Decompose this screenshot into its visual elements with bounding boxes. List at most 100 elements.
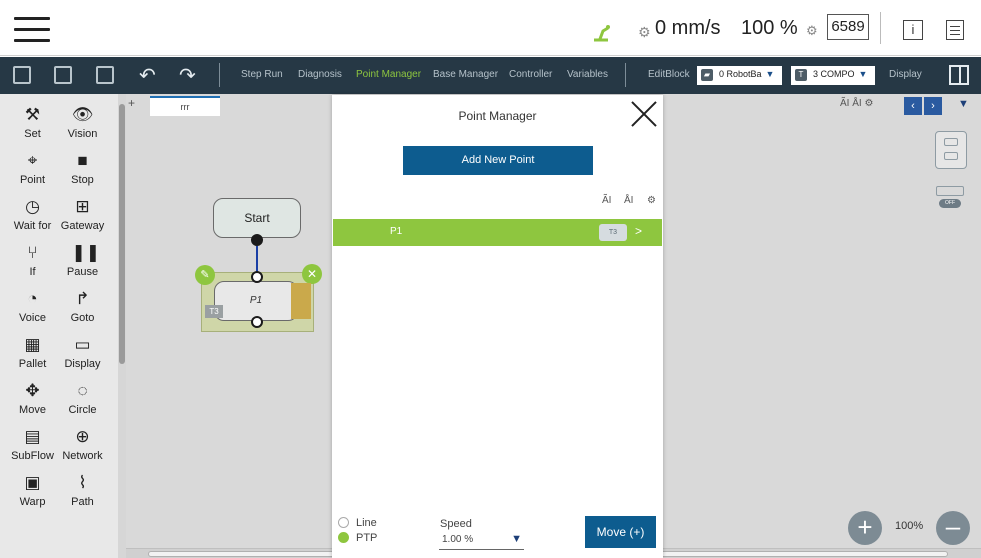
next-icon[interactable]: › [924, 97, 942, 115]
speed-gauge-icon: ⚙ [638, 24, 651, 40]
palette-item-display[interactable]: ▭ Display [55, 334, 110, 370]
palette-item-stop[interactable]: ■ Stop [55, 150, 110, 186]
redo-icon[interactable]: ↷ [179, 63, 196, 88]
canvas-sort-icons[interactable]: ÃI ÅI ⚙ [840, 98, 873, 109]
path-icon: ⌇ [78, 473, 87, 492]
palette-item-label: Display [64, 358, 101, 370]
start-node[interactable]: Start [213, 198, 301, 238]
status-bar: ⚙ 0 mm/s 100 % ⚙ 6589 i [0, 0, 981, 56]
undo-icon[interactable]: ↶ [139, 63, 156, 88]
layout-icon[interactable] [935, 131, 967, 169]
diagnosis-link[interactable]: Diagnosis [298, 69, 342, 80]
chevron-down-icon[interactable]: ▼ [958, 98, 969, 110]
log-icon[interactable] [946, 20, 964, 40]
palette-item-set[interactable]: ⚒ Set [5, 104, 60, 140]
divider [880, 12, 881, 44]
variables-link[interactable]: Variables [567, 69, 608, 80]
base-select[interactable]: ▰ 0 RobotBa ▼ [697, 66, 782, 85]
palette-item-gateway[interactable]: ⊞ Gateway [55, 196, 110, 232]
dialog-title: Point Manager [458, 109, 537, 123]
sort-asc-icon[interactable]: ÃI [602, 195, 611, 206]
palette-item-if[interactable]: ⑂ If [5, 242, 60, 278]
scroll-thumb[interactable] [119, 104, 125, 364]
toggle-view-icon[interactable]: OFF [936, 186, 966, 212]
goto-icon: ↱ [75, 289, 90, 308]
palette-item-label: If [29, 266, 36, 278]
start-output-port[interactable] [251, 234, 263, 246]
palette-item-goto[interactable]: ↱ Goto [55, 288, 110, 324]
edit-node-icon[interactable]: ✎ [195, 265, 215, 285]
add-tab-button[interactable]: + [128, 96, 135, 110]
palette-scrollbar[interactable] [118, 94, 126, 558]
new-flow-icon[interactable] [13, 66, 31, 84]
step-run-link[interactable]: Step Run [241, 69, 283, 80]
chevron-right-icon[interactable]: > [635, 224, 642, 238]
palette-item-pause[interactable]: ❚❚ Pause [55, 242, 110, 278]
palette-item-pallet[interactable]: ▦ Pallet [5, 334, 60, 370]
chevron-down-icon: ▼ [765, 69, 775, 79]
point-manager-link[interactable]: Point Manager [356, 69, 421, 80]
palette-item-voice[interactable]: ◔ Voice [5, 288, 60, 324]
filter-icon[interactable]: ⚙ [647, 195, 656, 206]
palette-item-network[interactable]: ⊕ Network [55, 426, 110, 462]
palette-item-label: Vision [67, 128, 98, 140]
palette-item-wait-for[interactable]: ◷ Wait for [5, 196, 60, 232]
point-icon: ⌖ [27, 151, 38, 170]
chevron-down-icon: ▼ [858, 69, 868, 79]
network-icon: ⊕ [75, 427, 90, 446]
palette-item-point[interactable]: ⌖ Point [5, 150, 60, 186]
gateway-icon: ⊞ [75, 197, 90, 216]
point-name: P1 [390, 226, 403, 237]
subflow-icon: ▤ [24, 427, 41, 446]
editblock-link[interactable]: EditBlock [648, 69, 690, 80]
zoom-out-button[interactable]: – [936, 511, 970, 545]
wrench-icon: ⚒ [24, 105, 41, 124]
add-new-point-button[interactable]: Add New Point [403, 146, 593, 175]
palette-item-move[interactable]: ✥ Move [5, 380, 60, 416]
zoom-in-button[interactable]: + [848, 511, 882, 545]
palette-item-path[interactable]: ⌇ Path [55, 472, 110, 508]
tab-flow[interactable]: rrr [150, 96, 220, 116]
palette-item-label: Circle [68, 404, 97, 416]
point-input-port[interactable] [251, 271, 263, 283]
tool-select[interactable]: T 3 COMPO ▼ [791, 66, 875, 85]
radio-icon [338, 532, 349, 543]
palette-item-subflow[interactable]: ▤ SubFlow [5, 426, 60, 462]
pause-icon: ❚❚ [71, 243, 101, 262]
point-output-port[interactable] [251, 316, 263, 328]
divider [625, 63, 626, 87]
delete-node-icon[interactable]: ✕ [302, 264, 322, 284]
palette-item-warp[interactable]: ▣ Warp [5, 472, 60, 508]
base-icon: ▰ [701, 69, 713, 81]
palette-item-label: Gateway [60, 220, 105, 232]
open-flow-icon[interactable] [54, 66, 72, 84]
menu-icon[interactable] [14, 17, 50, 43]
controller-link[interactable]: Controller [509, 69, 552, 80]
speed-select[interactable]: 1.00 % ▼ [439, 532, 524, 550]
palette-item-label: Path [71, 496, 94, 508]
info-icon[interactable]: i [903, 20, 923, 40]
move-button[interactable]: Move (+) [585, 516, 656, 548]
counter-box: 6589 [827, 14, 869, 40]
ptp-radio-label: PTP [356, 532, 378, 544]
ptp-radio[interactable]: PTP [338, 532, 398, 544]
palette-item-circle[interactable]: ◌ Circle [55, 380, 110, 416]
base-manager-link[interactable]: Base Manager [433, 69, 498, 80]
speed-label: Speed [440, 518, 472, 530]
circle-icon: ◌ [77, 381, 88, 400]
main-toolbar: ↶ ↷ Step Run Diagnosis Point Manager Bas… [0, 57, 981, 94]
close-icon[interactable] [630, 100, 658, 128]
list-item[interactable]: P1 T3 > [333, 219, 662, 246]
split-view-icon[interactable] [949, 65, 969, 85]
warp-icon: ▣ [24, 473, 41, 492]
line-radio[interactable]: Line [338, 517, 398, 529]
tool-badge: T [795, 69, 807, 81]
display-link[interactable]: Display [889, 69, 922, 80]
point-manager-dialog: Point Manager Add New Point ÃI ÅI ⚙ P1 T… [332, 95, 663, 558]
clock-icon: ◷ [25, 197, 40, 216]
speed-percent[interactable]: 100 % [741, 17, 798, 40]
save-flow-icon[interactable] [96, 66, 114, 84]
sort-desc-icon[interactable]: ÅI [624, 195, 633, 206]
prev-icon[interactable]: ‹ [904, 97, 922, 115]
palette-item-vision[interactable]: 👁 Vision [55, 104, 110, 140]
